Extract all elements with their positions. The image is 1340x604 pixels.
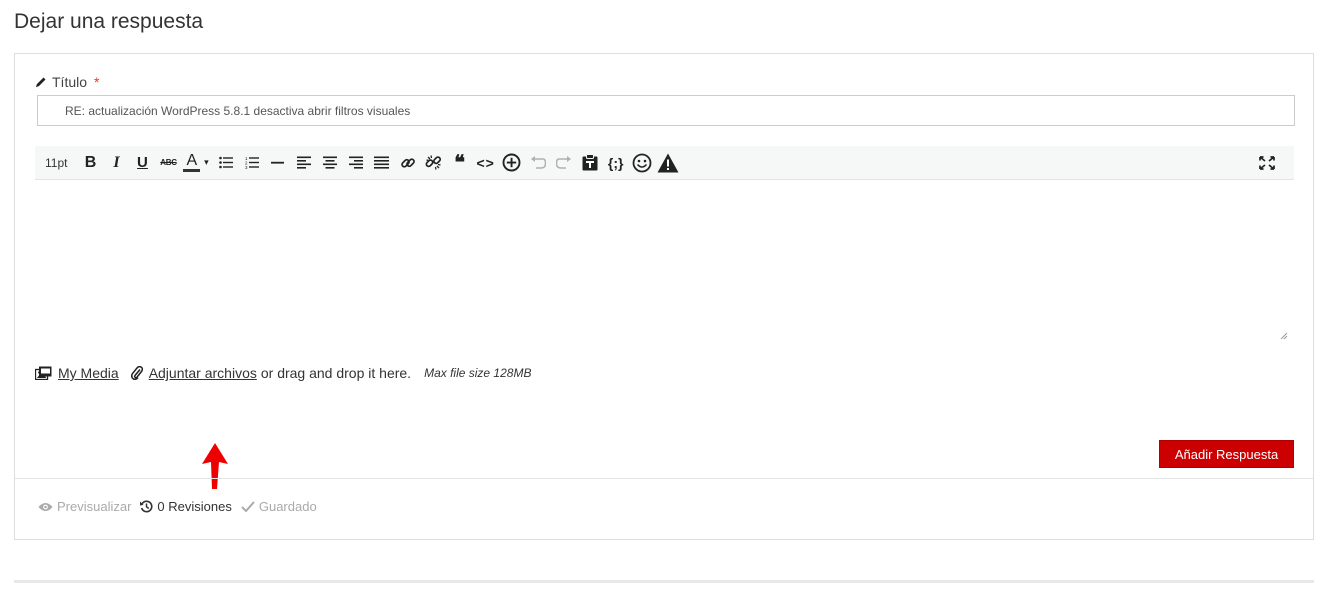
attachments-row: My Media Adjuntar archivos or drag and d… [35,365,531,381]
section-separator [14,580,1314,583]
redo-icon[interactable] [553,150,575,176]
chevron-down-icon: ▾ [204,157,209,167]
media-gallery-icon [35,366,52,380]
eye-icon [38,502,53,511]
title-label: Título * [35,74,99,90]
text-color-button[interactable]: A ▾ [183,150,209,176]
code-icon[interactable]: <> [475,150,497,176]
pencil-icon [36,77,46,87]
svg-text:3: 3 [245,165,248,169]
preview-label: Previsualizar [57,499,132,514]
blockquote-icon[interactable]: ❝ [449,150,471,176]
strikethrough-icon[interactable]: ABC [157,150,179,176]
editor-content-area[interactable] [35,181,1294,346]
editor-status-row: Previsualizar 0 Revisiones Guardado [38,499,326,514]
link-icon[interactable] [397,150,419,176]
editor-toolbar: 11pt B I U ABC A ▾ 123 ❝ <> {;} [35,146,1294,180]
align-right-icon[interactable] [345,150,367,176]
reply-form: Título * 11pt B I U ABC A ▾ 123 [14,53,1314,540]
align-left-icon[interactable] [293,150,315,176]
red-arrow-annotation [202,443,228,489]
code-sample-icon[interactable]: {;} [605,150,627,176]
preview-button[interactable]: Previsualizar [38,499,131,514]
my-media-link[interactable]: My Media [58,365,119,381]
align-center-icon[interactable] [319,150,341,176]
text-color-icon: A [183,153,201,172]
divider [15,478,1313,479]
checkmark-icon [241,501,255,512]
emoticon-icon[interactable] [631,150,653,176]
max-file-size-text: Max file size 128MB [424,366,532,380]
revisions-button[interactable]: 0 Revisiones [140,499,232,514]
paperclip-icon [130,366,143,380]
title-label-text: Título [52,74,88,90]
horizontal-rule-icon[interactable] [267,150,289,176]
attach-files-link[interactable]: Adjuntar archivos [149,365,257,381]
numbered-list-icon[interactable]: 123 [241,150,263,176]
page-title: Dejar una respuesta [14,10,204,33]
bold-icon[interactable]: B [79,150,101,176]
insert-icon[interactable] [501,150,523,176]
italic-icon[interactable]: I [105,150,127,176]
underline-icon[interactable]: U [131,150,153,176]
revisions-label: 0 Revisiones [157,499,232,514]
font-size-select[interactable]: 11pt [45,150,67,176]
saved-status: Guardado [241,499,317,514]
saved-label: Guardado [258,499,317,514]
history-icon [140,500,153,513]
required-mark: * [94,74,100,90]
undo-icon[interactable] [527,150,549,176]
unlink-icon[interactable] [423,150,445,176]
title-input[interactable] [37,95,1295,126]
spoiler-icon[interactable] [657,150,679,176]
add-reply-button[interactable]: Añadir Respuesta [1159,440,1294,468]
align-justify-icon[interactable] [371,150,393,176]
drag-drop-text: or drag and drop it here. [260,365,412,381]
resize-handle-icon[interactable] [1280,332,1288,340]
bullet-list-icon[interactable] [215,150,237,176]
paste-text-icon[interactable] [579,150,601,176]
fullscreen-icon[interactable] [1256,150,1278,176]
